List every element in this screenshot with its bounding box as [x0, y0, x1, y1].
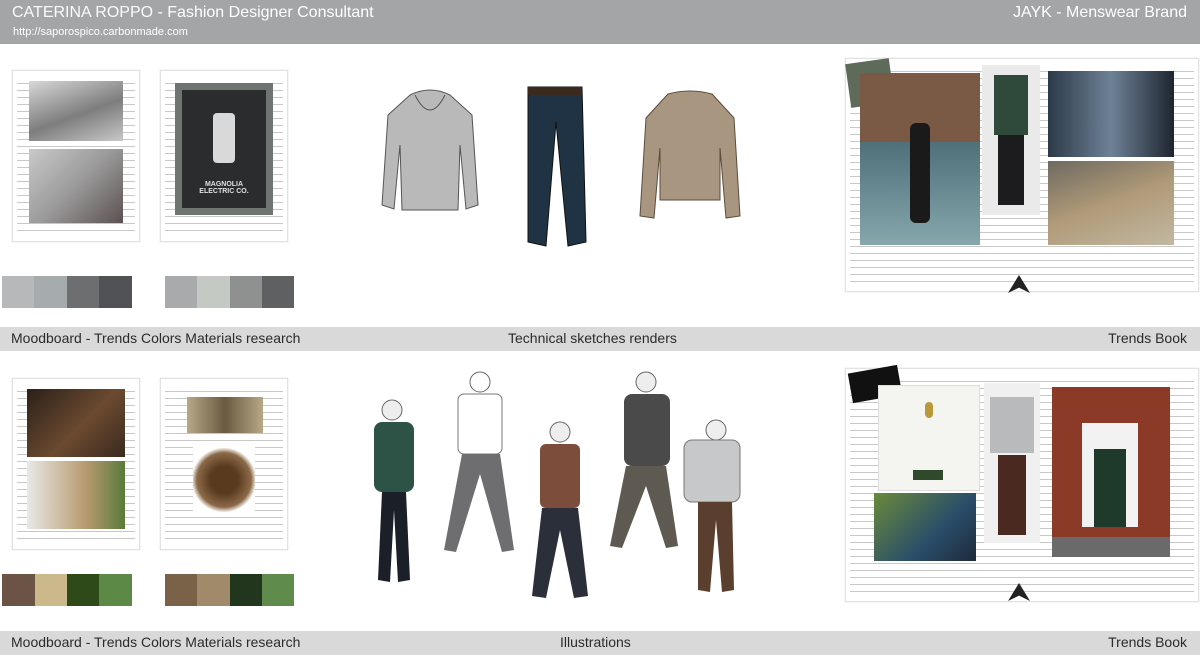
swatch: [197, 276, 230, 308]
brand-role: Menswear Brand: [1066, 4, 1187, 21]
swatch: [67, 276, 99, 308]
moodboard-caption: Moodboard - Trends Colors Materials rese…: [11, 330, 301, 346]
figure: [910, 123, 930, 223]
title-separator: -: [153, 4, 168, 21]
jeans-sketch: [527, 86, 587, 247]
model-portrait-photo: [29, 81, 123, 141]
swatch: [197, 574, 230, 606]
jacket-figure-photo: [984, 383, 1040, 543]
sketches-caption: Technical sketches renders: [508, 330, 677, 346]
illustrations-caption: Illustrations: [560, 634, 631, 650]
swatch: [99, 276, 132, 308]
jacket-figure-photo: [982, 65, 1040, 215]
trendsbook-panel-2: [845, 364, 1199, 602]
portfolio-link[interactable]: http://saporospico.carbonmade.com: [13, 26, 188, 38]
designer-title: CATERINA ROPPO - Fashion Designer Consul…: [12, 4, 374, 22]
section-caption-bar-1: Moodboard - Trends Colors Materials rese…: [0, 327, 1200, 351]
poster-text: MAGNOLIA ELECTRIC CO.: [199, 181, 249, 195]
plant-interior-photo: [27, 461, 125, 529]
designer-name: CATERINA ROPPO: [12, 4, 154, 21]
poster-photo: MAGNOLIA ELECTRIC CO.: [175, 83, 273, 215]
moodboard-panel-1b: MAGNOLIA ELECTRIC CO. ​: [160, 70, 288, 242]
figure-5-illustration: [683, 419, 741, 592]
swatch: [35, 574, 67, 606]
page-header: CATERINA ROPPO - Fashion Designer Consul…: [0, 0, 1200, 44]
figure-4-illustration: [610, 371, 678, 548]
moodboard-panel-1a: [12, 70, 140, 242]
swatch: [2, 276, 34, 308]
trendsbook-panel-1: [845, 58, 1199, 293]
swatch: [230, 276, 262, 308]
jacket-detail-photo: [29, 149, 123, 223]
wood-table-photo: [27, 389, 125, 457]
swatch: [34, 276, 67, 308]
figure-2-illustration: [444, 371, 514, 552]
knit-jacket-sketch: [639, 90, 741, 219]
swatch: [99, 574, 132, 606]
figure-1-illustration: [374, 399, 414, 582]
moodboard-caption: Moodboard - Trends Colors Materials rese…: [11, 634, 301, 650]
interior-photo: [1048, 71, 1174, 157]
brand-separator: -: [1051, 4, 1067, 21]
section-caption-bar-2: Moodboard - Trends Colors Materials rese…: [0, 631, 1200, 655]
swatch: [262, 276, 294, 308]
brick-house-photo: [1052, 387, 1170, 557]
illustration-figures: [374, 371, 741, 598]
white-door-photo: [878, 385, 980, 491]
moodboard-panel-2b: [160, 378, 288, 550]
poster-bottle-shape: [213, 113, 235, 163]
swatch: [67, 574, 99, 606]
trendsbook-caption: Trends Book: [1108, 634, 1187, 650]
designer-role: Fashion Designer Consultant: [167, 4, 374, 21]
brand-title: JAYK - Menswear Brand: [1013, 4, 1187, 22]
street-style-photo: [860, 73, 980, 245]
figure-3-illustration: [532, 421, 588, 598]
product-box-photo: [1048, 161, 1174, 245]
tied-package-photo: [187, 397, 263, 433]
swatch: [165, 276, 197, 308]
trendsbook-caption: Trends Book: [1108, 330, 1187, 346]
swatch: [262, 574, 294, 606]
swatch: [165, 574, 197, 606]
swatch: [230, 574, 262, 606]
tobacco-leaves-photo: [193, 447, 255, 513]
sweater-sketch: [381, 89, 479, 211]
moodboard-panel-2a: [12, 378, 140, 550]
swatch: [2, 574, 35, 606]
brand-name: JAYK: [1013, 4, 1052, 21]
boy-jacket-photo: [874, 493, 976, 561]
